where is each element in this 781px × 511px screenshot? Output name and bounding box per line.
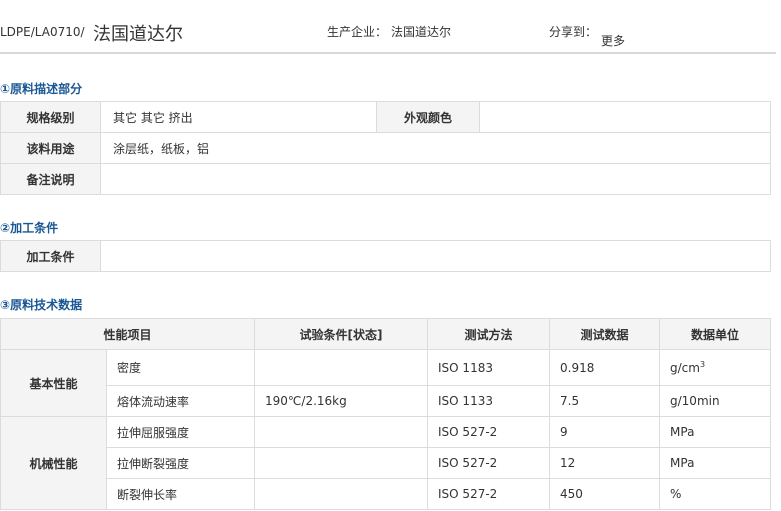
table-row: 备注说明 xyxy=(0,163,771,195)
usage-value: 涂层纸，纸板，铝 xyxy=(100,132,771,164)
property-name: 熔体流动速率 xyxy=(105,385,256,417)
table-header-row: 性能项目 试验条件[状态] 测试方法 测试数据 数据单位 xyxy=(0,318,772,350)
test-method: ISO 1183 xyxy=(427,349,551,386)
page-header: LDPE/LA0710/ 法国道达尔 生产企业： 法国道达尔 分享到： 更多 xyxy=(0,0,776,54)
property-name: 密度 xyxy=(105,349,256,386)
test-value: 450 xyxy=(549,478,661,510)
test-value: 12 xyxy=(549,447,661,479)
test-value: 9 xyxy=(549,416,661,448)
test-method: ISO 527-2 xyxy=(427,447,551,479)
table-row: 基本性能 密度 ISO 1183 0.918 g/cm3 xyxy=(0,349,772,417)
share-more-link[interactable]: 更多 xyxy=(601,32,625,49)
producer-label: 生产企业： xyxy=(327,25,388,39)
test-value: 0.918 xyxy=(549,349,661,386)
table-row: 拉伸断裂强度 ISO 527-2 12 MPa xyxy=(1,447,772,479)
usage-label: 该料用途 xyxy=(0,132,101,164)
group-label: 机械性能 xyxy=(0,416,107,510)
spec-label: 规格级别 xyxy=(0,101,101,133)
processing-value xyxy=(100,240,771,272)
column-header-unit: 数据单位 xyxy=(659,318,772,350)
grade-code: LDPE/LA0710/ xyxy=(0,25,85,39)
data-unit: g/cm3 xyxy=(659,349,772,386)
column-header-condition: 试验条件[状态] xyxy=(254,318,429,350)
property-name: 拉伸屈服强度 xyxy=(105,416,256,448)
section-title-description: ①原料描述部分 xyxy=(0,82,83,96)
test-method: ISO 527-2 xyxy=(427,478,551,510)
test-condition xyxy=(254,478,429,510)
unit-text: g/cm xyxy=(670,361,700,375)
test-condition xyxy=(254,416,429,448)
group-label: 基本性能 xyxy=(0,349,107,417)
table-row: 加工条件 xyxy=(0,240,771,272)
property-name: 拉伸断裂强度 xyxy=(105,447,256,479)
color-value xyxy=(479,101,771,133)
note-label: 备注说明 xyxy=(0,163,101,195)
description-table: 规格级别 其它 其它 挤出 外观颜色 该料用途 涂层纸，纸板，铝 备注说明 xyxy=(0,101,771,195)
spec-value: 其它 其它 挤出 xyxy=(100,101,377,133)
test-method: ISO 527-2 xyxy=(427,416,551,448)
test-value: 7.5 xyxy=(549,385,661,417)
test-condition xyxy=(254,447,429,479)
data-unit: MPa xyxy=(659,447,772,479)
processing-table: 加工条件 xyxy=(0,240,771,272)
data-unit: % xyxy=(659,478,772,510)
unit-superscript: 3 xyxy=(699,360,706,369)
table-row: 该料用途 涂层纸，纸板，铝 xyxy=(0,132,771,164)
column-header-method: 测试方法 xyxy=(427,318,551,350)
color-label: 外观颜色 xyxy=(376,101,480,133)
section-title-processing: ②加工条件 xyxy=(0,221,59,235)
table-row: 熔体流动速率 190℃/2.16kg ISO 1133 7.5 g/10min xyxy=(1,385,772,417)
techdata-table: 性能项目 试验条件[状态] 测试方法 测试数据 数据单位 基本性能 密度 ISO… xyxy=(0,318,772,510)
column-header-item: 性能项目 xyxy=(0,318,256,350)
table-row: 断裂伸长率 ISO 527-2 450 % xyxy=(1,478,772,510)
column-header-value: 测试数据 xyxy=(549,318,661,350)
test-condition xyxy=(254,349,429,386)
data-unit: MPa xyxy=(659,416,772,448)
company-title: 法国道达尔 xyxy=(93,24,183,45)
share-label: 分享到： xyxy=(549,25,598,39)
processing-label: 加工条件 xyxy=(0,240,101,272)
producer-value[interactable]: 法国道达尔 xyxy=(391,23,451,40)
table-row: 机械性能 拉伸屈服强度 ISO 527-2 9 MPa xyxy=(0,416,772,510)
test-method: ISO 1133 xyxy=(427,385,551,417)
test-condition: 190℃/2.16kg xyxy=(254,385,429,417)
data-unit: g/10min xyxy=(659,385,772,417)
table-row: 规格级别 其它 其它 挤出 外观颜色 xyxy=(0,101,771,133)
property-name: 断裂伸长率 xyxy=(105,478,256,510)
section-title-techdata: ③原料技术数据 xyxy=(0,298,83,312)
note-value xyxy=(100,163,771,195)
